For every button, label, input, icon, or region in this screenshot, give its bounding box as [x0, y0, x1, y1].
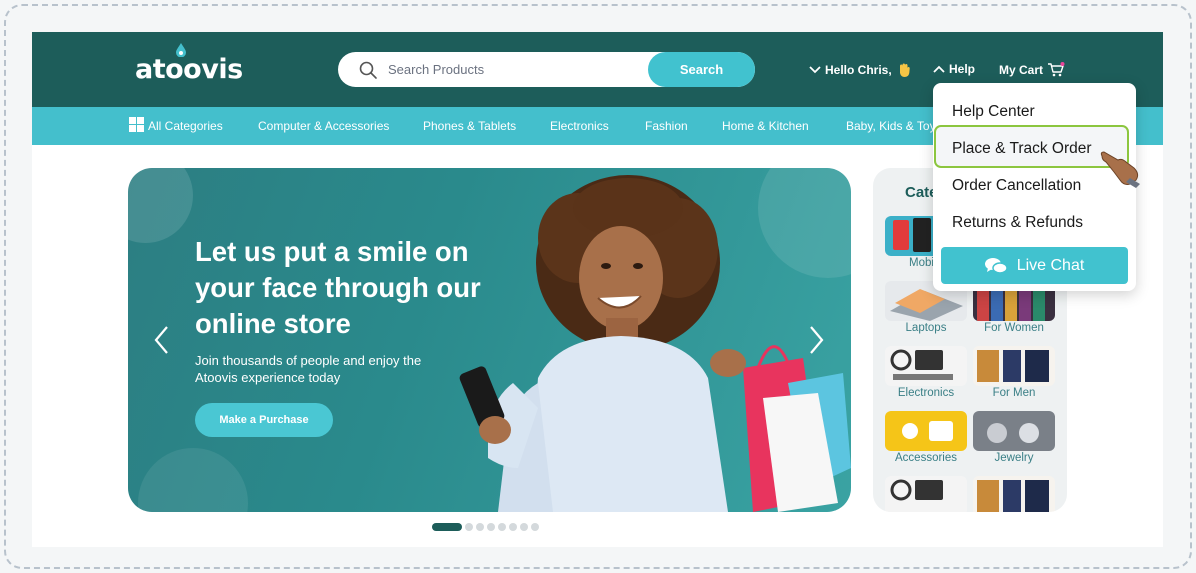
chevron-left-icon[interactable]	[152, 324, 172, 356]
category-tile-electronics[interactable]: Electronics	[885, 346, 967, 401]
men-fashion-image	[973, 476, 1055, 512]
hero-subtitle: Join thousands of people and enjoy the A…	[195, 353, 422, 385]
hero-banner: Let us put a smile on your face through …	[128, 168, 851, 512]
cart-icon	[1048, 62, 1065, 77]
category-tile[interactable]	[885, 476, 967, 512]
men-fashion-image	[973, 346, 1055, 386]
electronics-image	[885, 346, 967, 386]
category-tile-for-men[interactable]: For Men	[973, 346, 1055, 401]
decorative-circle	[138, 448, 248, 512]
tile-label: Accessories	[895, 452, 957, 464]
nav-home-kitchen[interactable]: Home & Kitchen	[722, 119, 809, 133]
carousel-dot[interactable]	[487, 523, 495, 531]
carousel-dot[interactable]	[476, 523, 484, 531]
accessories-image	[885, 411, 967, 451]
carousel-indicators	[432, 523, 539, 531]
electronics-image	[885, 476, 967, 512]
carousel-dot[interactable]	[520, 523, 528, 531]
search-button[interactable]: Search	[648, 52, 755, 87]
brand-logo[interactable]: atoovis	[135, 54, 243, 85]
account-menu[interactable]: Hello Chris,	[809, 62, 912, 78]
make-purchase-button[interactable]: Make a Purchase	[195, 403, 333, 437]
tile-label: For Women	[984, 322, 1044, 334]
live-chat-label: Live Chat	[1016, 256, 1085, 274]
live-chat-button[interactable]: Live Chat	[941, 247, 1128, 284]
tile-label: For Men	[992, 387, 1036, 399]
menu-item-help-center[interactable]: Help Center	[952, 103, 1035, 121]
pointing-hand-cursor-icon	[1100, 151, 1140, 188]
chat-bubbles-icon	[984, 257, 1007, 274]
grid-icon	[129, 117, 144, 132]
carousel-dot[interactable]	[509, 523, 517, 531]
nav-baby-kids-toys[interactable]: Baby, Kids & Toys	[846, 119, 942, 133]
carousel-dot[interactable]	[498, 523, 506, 531]
carousel-dot[interactable]	[465, 523, 473, 531]
nav-electronics[interactable]: Electronics	[550, 119, 609, 133]
category-tile-jewelry[interactable]: Jewelry	[973, 411, 1055, 466]
cart-link[interactable]: My Cart	[999, 62, 1065, 78]
chevron-right-icon[interactable]	[806, 324, 826, 356]
chevron-up-icon	[933, 65, 945, 73]
tile-label: Laptops	[905, 322, 947, 334]
cart-label: My Cart	[999, 63, 1044, 77]
search-input[interactable]	[388, 52, 643, 87]
carousel-dot[interactable]	[531, 523, 539, 531]
carousel-dot[interactable]	[432, 523, 462, 531]
help-menu-toggle[interactable]: Help	[933, 62, 975, 76]
decorative-circle	[128, 168, 193, 243]
nav-phones-tablets[interactable]: Phones & Tablets	[423, 119, 516, 133]
nav-computer-accessories[interactable]: Computer & Accessories	[258, 119, 389, 133]
smiling-woman-shopping-image	[459, 175, 851, 512]
category-tile-accessories[interactable]: Accessories	[885, 411, 967, 466]
hero-title: Let us put a smile on your face through …	[195, 236, 481, 339]
help-label: Help	[949, 62, 976, 76]
tile-label: Jewelry	[994, 452, 1034, 464]
search-icon	[359, 61, 377, 79]
jewelry-image	[973, 411, 1055, 451]
nav-fashion[interactable]: Fashion	[645, 119, 688, 133]
greeting-text: Hello Chris,	[825, 63, 892, 77]
nav-all-categories[interactable]: All Categories	[148, 119, 223, 133]
tile-label: Electronics	[897, 387, 955, 399]
logo-drop-icon	[176, 43, 186, 57]
search-bar: Search	[338, 52, 755, 87]
category-tile[interactable]	[973, 476, 1055, 512]
menu-item-order-cancellation[interactable]: Order Cancellation	[952, 177, 1081, 195]
waving-hand-icon	[899, 63, 910, 77]
menu-item-returns-refunds[interactable]: Returns & Refunds	[952, 214, 1083, 232]
menu-item-place-track-order[interactable]: Place & Track Order	[952, 140, 1092, 158]
chevron-down-icon	[809, 66, 821, 74]
